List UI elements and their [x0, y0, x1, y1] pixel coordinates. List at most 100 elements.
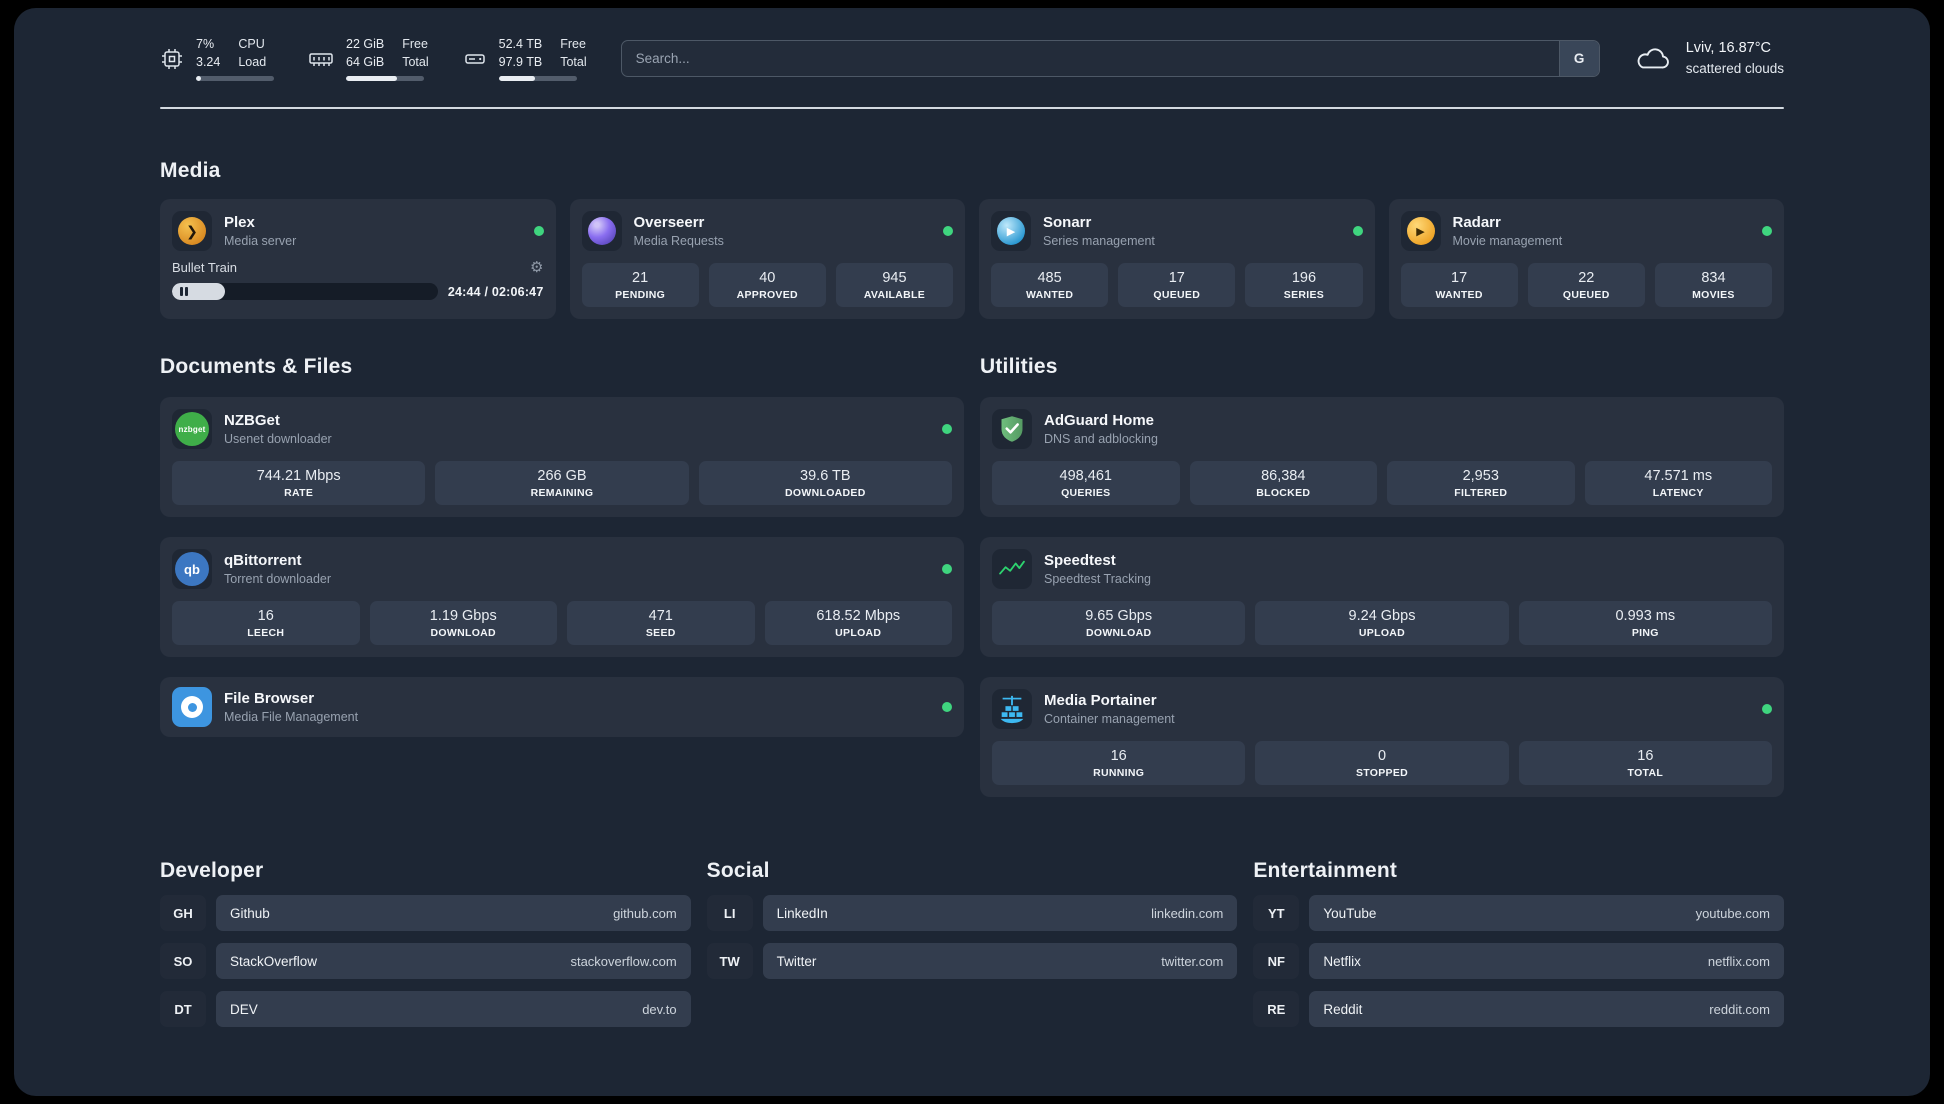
- app-desc: Torrent downloader: [224, 572, 332, 587]
- stackoverflow-abbr-icon[interactable]: SO: [160, 943, 206, 979]
- stat-pending: 21 PENDING: [581, 263, 699, 307]
- stackoverflow-link[interactable]: StackOverflow stackoverflow.com: [216, 943, 691, 979]
- disk-metric: 52.4 TB 97.9 TB Free Total: [463, 36, 587, 81]
- speedtest-card[interactable]: Speedtest Speedtest Tracking 9.65 Gbps D…: [980, 537, 1784, 657]
- stat-total: 16 TOTAL: [1518, 741, 1772, 785]
- reddit-link[interactable]: Reddit reddit.com: [1309, 991, 1784, 1027]
- app-desc: Movie management: [1452, 234, 1563, 249]
- status-online-dot: [533, 226, 544, 236]
- stat-label: UPLOAD: [1358, 627, 1406, 639]
- stat-available: 945 AVAILABLE: [835, 263, 954, 307]
- filebrowser-card[interactable]: File Browser Media File Management: [160, 677, 964, 737]
- bookmark-github: GH Github github.com: [160, 895, 691, 931]
- search-bar[interactable]: G: [620, 40, 1600, 77]
- github-link[interactable]: Github github.com: [216, 895, 691, 931]
- overseerr-icon: [581, 211, 622, 251]
- stat-label: STOPPED: [1355, 767, 1409, 779]
- stat-leech: 16 LEECH: [172, 601, 360, 645]
- twitter-link[interactable]: Twitter twitter.com: [762, 943, 1238, 979]
- stat-label: RATE: [284, 487, 314, 499]
- github-abbr-icon[interactable]: GH: [160, 895, 206, 931]
- adguard-card[interactable]: AdGuard Home DNS and adblocking 498,461 …: [980, 397, 1784, 517]
- app-desc: DNS and adblocking: [1044, 432, 1158, 447]
- search-engine-button[interactable]: G: [1558, 41, 1599, 76]
- app-desc: Usenet downloader: [224, 432, 332, 447]
- documents-section-title: Documents & Files: [160, 355, 353, 378]
- stat-label: QUERIES: [1061, 487, 1111, 499]
- disk-usage-bar: [498, 76, 577, 81]
- stat-remaining: 266 GB REMAINING: [435, 461, 689, 505]
- status-online-dot: [942, 424, 952, 434]
- weather-widget[interactable]: Lviv, 16.87°C scattered clouds: [1634, 38, 1784, 79]
- stat-label: SEED: [645, 627, 676, 639]
- stat-value: 9.65 Gbps: [1085, 608, 1153, 624]
- stat-value: 47.571 ms: [1644, 468, 1713, 484]
- stat-approved: 40 APPROVED: [708, 263, 826, 307]
- stat-label: MOVIES: [1692, 289, 1735, 301]
- stat-upload: 618.52 Mbps UPLOAD: [764, 601, 952, 645]
- app-name: NZBGet: [224, 411, 280, 429]
- stat-value: 498,461: [1059, 468, 1112, 484]
- nzbget-icon: nzbget: [172, 409, 212, 449]
- stat-value: 2,953: [1462, 468, 1499, 484]
- stat-label: DOWNLOAD: [1085, 627, 1152, 639]
- reddit-abbr-icon[interactable]: RE: [1253, 991, 1300, 1027]
- linkedin-abbr-icon[interactable]: LI: [706, 895, 753, 931]
- netflix-abbr-icon[interactable]: NF: [1253, 943, 1300, 979]
- netflix-link[interactable]: Netflix netflix.com: [1309, 943, 1784, 979]
- app-name: AdGuard Home: [1044, 411, 1155, 429]
- stat-label: LATENCY: [1652, 487, 1704, 499]
- stat-downloaded: 39.6 TB DOWNLOADED: [698, 461, 952, 505]
- sonarr-card[interactable]: ▶ Sonarr Series management 485 WANTED 17…: [979, 199, 1375, 319]
- youtube-link[interactable]: YouTube youtube.com: [1309, 895, 1784, 931]
- portainer-whale-icon: [992, 689, 1032, 729]
- stat-label: BLOCKED: [1256, 487, 1311, 499]
- radarr-card[interactable]: ▶ Radarr Movie management 17 WANTED 22 Q…: [1388, 199, 1784, 319]
- twitter-abbr-icon[interactable]: TW: [706, 943, 753, 979]
- dev-link[interactable]: DEV dev.to: [216, 991, 691, 1027]
- youtube-abbr-icon[interactable]: YT: [1253, 895, 1300, 931]
- overseerr-card[interactable]: Overseerr Media Requests 21 PENDING 40 A…: [569, 199, 965, 319]
- plex-card[interactable]: ❯ Plex Media server Bullet Train ⚙ 24:44…: [160, 199, 556, 319]
- stat-label: DOWNLOADED: [785, 487, 866, 499]
- qbittorrent-card[interactable]: qb qBittorrent Torrent downloader 16 LEE…: [160, 537, 964, 657]
- bookmark-stackoverflow: SO StackOverflow stackoverflow.com: [160, 943, 691, 979]
- stat-blocked: 86,384 BLOCKED: [1189, 461, 1377, 505]
- bookmark-dev: DT DEV dev.to: [160, 991, 691, 1027]
- status-online-dot: [1352, 226, 1363, 236]
- stat-value: 21: [632, 270, 649, 286]
- search-input[interactable]: [621, 41, 1559, 76]
- nzbget-card[interactable]: nzbget NZBGet Usenet downloader 744.21 M…: [160, 397, 964, 517]
- linkedin-link[interactable]: LinkedIn linkedin.com: [762, 895, 1238, 931]
- stat-ping: 0.993 ms PING: [1518, 601, 1772, 645]
- cpu-values: 7% 3.24: [196, 37, 221, 69]
- topbar-divider: [160, 107, 1784, 109]
- stat-value: 40: [759, 270, 776, 286]
- stat-label: AVAILABLE: [863, 289, 926, 301]
- portainer-card[interactable]: Media Portainer Container management 16 …: [980, 677, 1784, 797]
- app-desc: Speedtest Tracking: [1044, 572, 1152, 587]
- social-bookmarks: Social LI LinkedIn linkedin.com TW Twitt…: [706, 859, 1238, 1027]
- stat-label: FILTERED: [1454, 487, 1508, 499]
- gear-icon[interactable]: ⚙: [530, 260, 543, 275]
- stat-upload: 9.24 Gbps UPLOAD: [1255, 601, 1509, 645]
- stat-value: 17: [1451, 270, 1468, 286]
- stat-value: 471: [648, 608, 673, 624]
- dev-abbr-icon[interactable]: DT: [160, 991, 206, 1027]
- stat-label: APPROVED: [736, 289, 798, 301]
- stat-label: DOWNLOAD: [430, 627, 496, 639]
- stat-label: QUEUED: [1153, 289, 1201, 301]
- speedtest-graph-icon: [992, 549, 1032, 589]
- bookmark-youtube: YT YouTube youtube.com: [1253, 895, 1784, 931]
- ram-labels: Free Total: [402, 37, 429, 69]
- stat-rate: 744.21 Mbps RATE: [172, 461, 426, 505]
- cpu-usage-bar: [196, 76, 274, 81]
- stat-movies: 834 MOVIES: [1654, 263, 1773, 307]
- radarr-icon: ▶: [1400, 211, 1441, 251]
- playback-progress-bar[interactable]: [172, 283, 438, 300]
- window-frame: 7% 3.24 CPU Load 22 GiB 64 GiB Free Tota…: [0, 0, 1944, 1104]
- bookmark-twitter: TW Twitter twitter.com: [706, 943, 1238, 979]
- pause-icon[interactable]: [180, 287, 188, 296]
- stat-value: 0: [1377, 748, 1387, 764]
- status-online-dot: [1762, 226, 1772, 236]
